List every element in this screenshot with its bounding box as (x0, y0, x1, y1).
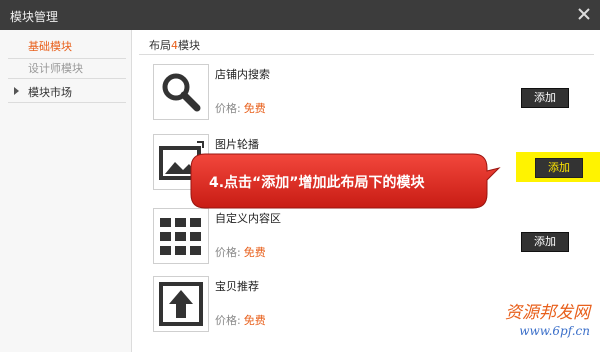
watermark: 资源邦发网 www.6pf.cn (472, 298, 592, 346)
sidebar-item-label: 设计师模块 (28, 62, 83, 75)
sidebar-divider (8, 102, 126, 103)
module-row: 店铺内搜索 价格: 免费 添加 (153, 64, 593, 130)
module-thumbnail (153, 276, 209, 332)
watermark-url: www.6pf.cn (519, 324, 590, 338)
module-thumbnail (153, 64, 209, 120)
add-button[interactable]: 添加 (521, 232, 569, 252)
upload-arrow-icon (159, 282, 203, 326)
module-name: 宝贝推荐 (215, 280, 259, 293)
search-icon (162, 73, 201, 112)
close-icon[interactable] (576, 5, 592, 23)
price-label: 价格: (215, 314, 241, 327)
add-button[interactable]: 添加 (535, 158, 583, 178)
module-price: 价格: 免费 (215, 100, 266, 116)
window-title: 模块管理 (10, 10, 59, 24)
chevron-right-icon (14, 87, 19, 95)
breadcrumb-divider (139, 54, 594, 55)
sidebar: 基础模块 设计师模块 模块市场 (0, 30, 132, 352)
breadcrumb: 布局4模块 (149, 37, 200, 53)
breadcrumb-number: 4 (171, 39, 178, 52)
sidebar-item-module-market[interactable]: 模块市场 (0, 80, 132, 102)
grid-icon (160, 218, 201, 255)
callout-text: 4.点击“添加”增加此布局下的模块 (209, 175, 425, 191)
price-value: 免费 (243, 246, 266, 259)
add-button[interactable]: 添加 (521, 88, 569, 108)
sidebar-item-designer-modules[interactable]: 设计师模块 (0, 56, 132, 78)
price-label: 价格: (215, 102, 241, 115)
sidebar-item-label: 基础模块 (28, 40, 72, 53)
price-value: 免费 (243, 102, 266, 115)
tutorial-callout: 4.点击“添加”增加此布局下的模块 (175, 150, 501, 212)
module-name: 自定义内容区 (215, 212, 281, 225)
price-value: 免费 (243, 314, 266, 327)
module-price: 价格: 免费 (215, 312, 266, 328)
module-row: 自定义内容区 价格: 免费 添加 (153, 208, 593, 274)
module-name: 店铺内搜索 (215, 68, 270, 81)
sidebar-item-label: 模块市场 (28, 86, 72, 99)
watermark-main: 资源邦发网 (505, 303, 590, 323)
module-thumbnail (153, 208, 209, 264)
sidebar-divider (8, 78, 126, 79)
module-price: 价格: 免费 (215, 244, 266, 260)
sidebar-item-basic-modules[interactable]: 基础模块 (0, 34, 132, 56)
breadcrumb-suffix: 模块 (178, 39, 200, 52)
window-titlebar: 模块管理 (0, 0, 600, 30)
price-label: 价格: (215, 246, 241, 259)
breadcrumb-prefix: 布局 (149, 39, 171, 52)
